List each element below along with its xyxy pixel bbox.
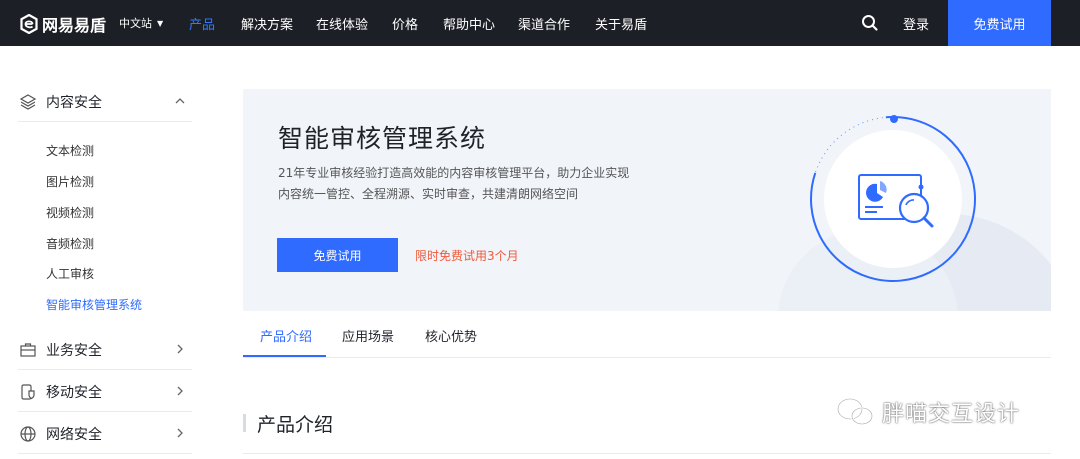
sidebar-item-video-detection[interactable]: 视频检测 bbox=[46, 204, 94, 221]
sidebar-group-label: 移动安全 bbox=[46, 384, 102, 401]
nav-help-center[interactable]: 帮助中心 bbox=[443, 14, 495, 33]
nav-solutions[interactable]: 解决方案 bbox=[241, 14, 293, 33]
sidebar-group-label: 网络安全 bbox=[46, 426, 102, 443]
hero-banner: 智能审核管理系统 21年专业审核经验打造高效能的内容审核管理平台，助力企业实现 … bbox=[243, 89, 1051, 311]
sidebar-group-business-security[interactable]: 业务安全 bbox=[18, 330, 192, 370]
hero-free-trial-button[interactable]: 免费试用 bbox=[277, 238, 398, 272]
sidebar-group-label: 业务安全 bbox=[46, 342, 102, 359]
chevron-up-icon bbox=[175, 98, 185, 104]
sidebar-group-mobile-security[interactable]: 移动安全 bbox=[18, 372, 192, 412]
watermark: 胖喵交互设计 bbox=[836, 396, 1020, 428]
nav-product[interactable]: 产品 bbox=[189, 14, 215, 33]
mobile-shield-icon bbox=[18, 382, 38, 402]
hero-desc-line: 内容统一管控、全程溯源、实时审查，共建清朗网络空间 bbox=[278, 187, 579, 201]
region-selector[interactable]: 中文站 ▼ bbox=[119, 15, 163, 31]
hero-desc-line: 21年专业审核经验打造高效能的内容审核管理平台，助力企业实现 bbox=[278, 166, 630, 180]
globe-icon bbox=[18, 424, 38, 444]
active-tab-indicator bbox=[243, 355, 326, 357]
hero-title: 智能审核管理系统 bbox=[278, 124, 487, 153]
section-marker bbox=[243, 414, 246, 432]
sidebar-item-text-detection[interactable]: 文本检测 bbox=[46, 142, 94, 159]
layers-icon bbox=[18, 92, 38, 112]
tab-use-cases[interactable]: 应用场景 bbox=[342, 326, 394, 345]
nav-online-demo[interactable]: 在线体验 bbox=[316, 14, 368, 33]
section-title: 产品介绍 bbox=[257, 414, 334, 436]
sidebar-group-label: 内容安全 bbox=[46, 94, 102, 111]
hero-description: 21年专业审核经验打造高效能的内容审核管理平台，助力企业实现 内容统一管控、全程… bbox=[278, 163, 658, 205]
nav-about[interactable]: 关于易盾 bbox=[595, 14, 647, 33]
e-logo-icon bbox=[20, 14, 38, 34]
chevron-right-icon bbox=[177, 386, 183, 396]
login-link[interactable]: 登录 bbox=[903, 14, 929, 33]
watermark-text: 胖喵交互设计 bbox=[882, 402, 1021, 427]
sidebar-item-smart-review-system[interactable]: 智能审核管理系统 bbox=[46, 296, 142, 313]
sidebar-item-image-detection[interactable]: 图片检测 bbox=[46, 173, 94, 190]
nav-pricing[interactable]: 价格 bbox=[392, 14, 418, 33]
free-trial-top-button[interactable]: 免费试用 bbox=[948, 0, 1051, 46]
hero-promo-text: 限时免费试用3个月 bbox=[415, 249, 519, 263]
chevron-right-icon bbox=[177, 344, 183, 354]
chevron-right-icon bbox=[177, 428, 183, 438]
caret-down-icon: ▼ bbox=[157, 18, 164, 28]
brand-logo[interactable]: 网易易盾 bbox=[20, 12, 106, 36]
search-button[interactable] bbox=[860, 13, 880, 33]
nav-channel-partners[interactable]: 渠道合作 bbox=[518, 14, 570, 33]
top-navbar: 网易易盾 中文站 ▼ 产品 解决方案 在线体验 价格 帮助中心 渠道合作 关于易… bbox=[0, 0, 1080, 46]
sidebar-group-network-security[interactable]: 网络安全 bbox=[18, 414, 192, 454]
product-tabs: 产品介绍 应用场景 核心优势 bbox=[243, 311, 1051, 358]
sidebar-group-content-security[interactable]: 内容安全 bbox=[18, 82, 192, 122]
wechat-icon bbox=[836, 397, 874, 426]
search-icon bbox=[862, 15, 878, 31]
sidebar-item-audio-detection[interactable]: 音频检测 bbox=[46, 235, 94, 252]
tab-core-advantages[interactable]: 核心优势 bbox=[425, 326, 477, 345]
sidebar-item-manual-review[interactable]: 人工审核 bbox=[46, 265, 94, 282]
briefcase-icon bbox=[18, 340, 38, 360]
review-illustration bbox=[778, 115, 1051, 311]
region-label: 中文站 bbox=[119, 17, 152, 30]
tab-product-intro[interactable]: 产品介绍 bbox=[260, 326, 312, 345]
section-divider bbox=[243, 453, 1051, 454]
brand-name: 网易易盾 bbox=[42, 16, 107, 35]
